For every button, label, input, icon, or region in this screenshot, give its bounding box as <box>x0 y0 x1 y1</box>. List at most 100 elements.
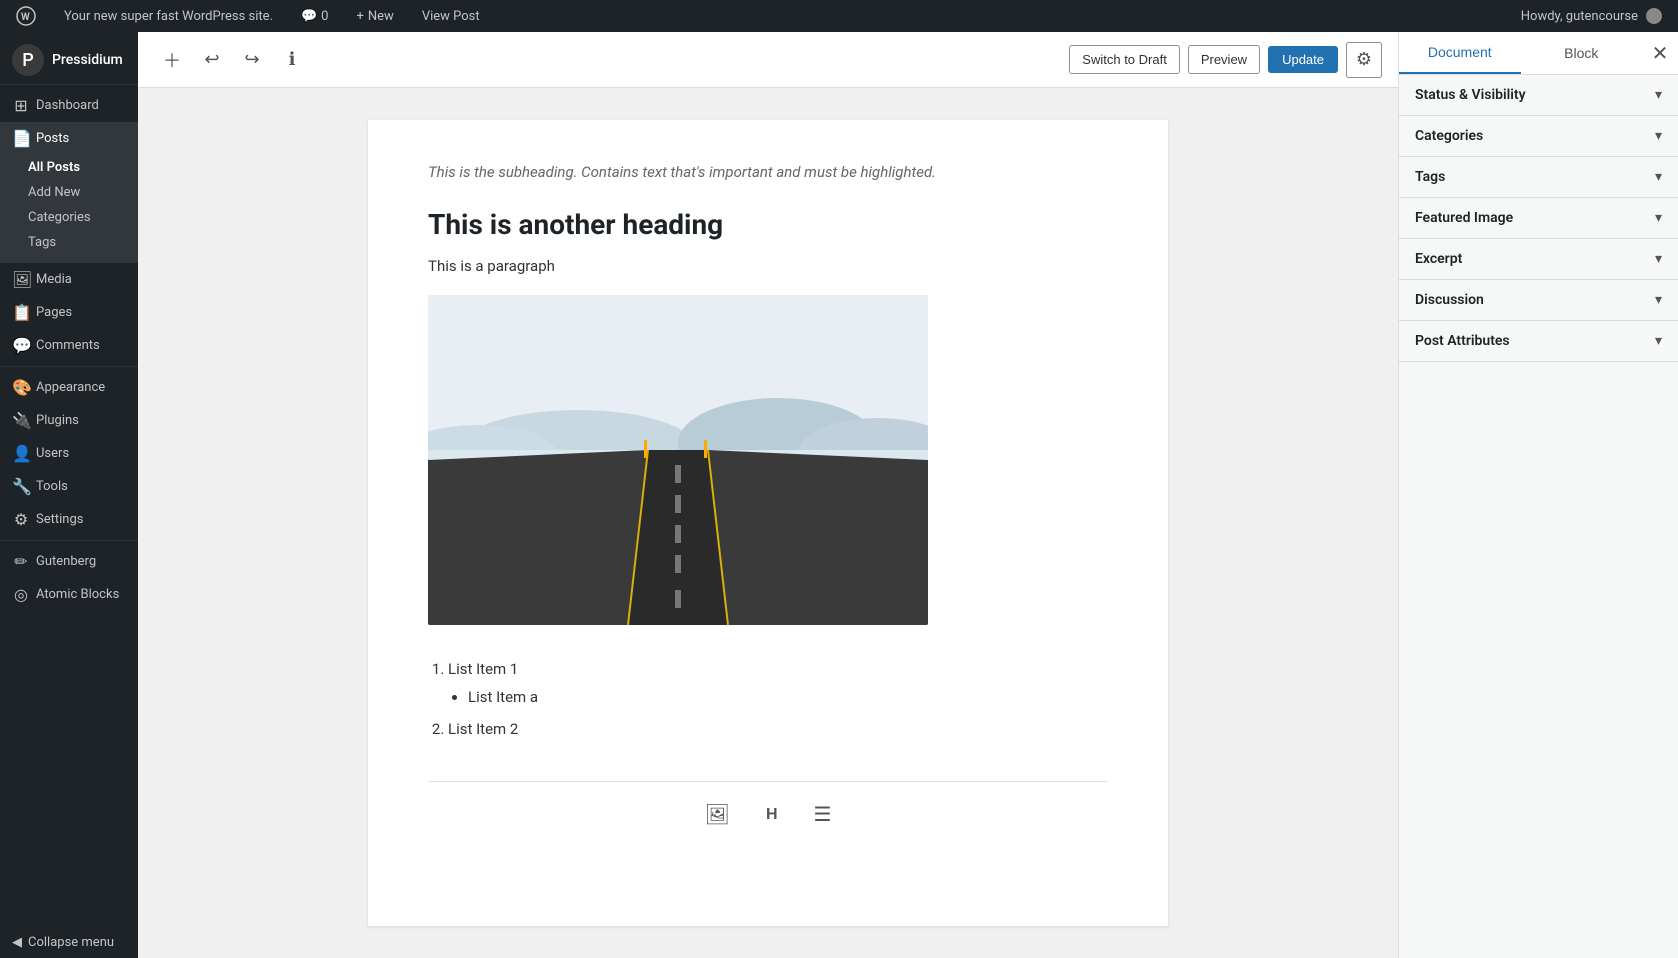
section-discussion-label: Discussion <box>1415 292 1484 308</box>
sidebar-item-label: Gutenberg <box>36 554 96 569</box>
list-item-1[interactable]: List Item 1 List Item a <box>448 657 1108 709</box>
insert-heading-button[interactable]: H <box>754 794 790 835</box>
sidebar-item-plugins[interactable]: 🔌 Plugins <box>0 404 138 437</box>
view-post-button[interactable]: View Post <box>414 0 488 32</box>
sidebar-item-pages[interactable]: 📋 Pages <box>0 296 138 329</box>
sidebar-item-label: Media <box>36 272 72 287</box>
section-tags[interactable]: Tags ▾ <box>1399 157 1678 198</box>
settings-gear-icon: ⚙ <box>1356 49 1372 70</box>
section-discussion[interactable]: Discussion ▾ <box>1399 280 1678 321</box>
list-item-2[interactable]: List Item 2 <box>448 717 1108 741</box>
sidebar-item-label: Pages <box>36 305 72 320</box>
main-layout: P Pressidium ⊞ Dashboard 📄 Posts All Pos… <box>0 32 1678 958</box>
section-status-visibility[interactable]: Status & Visibility ▾ <box>1399 75 1678 116</box>
sidebar-item-settings[interactable]: ⚙ Settings <box>0 503 138 536</box>
sidebar-item-add-new[interactable]: Add New <box>0 180 138 205</box>
panel-close-button[interactable]: ✕ <box>1642 35 1678 71</box>
list-item-2-text: List Item 2 <box>448 720 518 738</box>
content-heading[interactable]: This is another heading <box>428 208 1108 241</box>
sidebar-item-dashboard[interactable]: ⊞ Dashboard <box>0 89 138 122</box>
sidebar-item-atomic-blocks[interactable]: ◎ Atomic Blocks <box>0 578 138 611</box>
sidebar-item-all-posts[interactable]: All Posts <box>0 155 138 180</box>
undo-button[interactable]: ↩ <box>194 42 230 78</box>
close-icon: ✕ <box>1652 41 1669 66</box>
section-categories[interactable]: Categories ▾ <box>1399 116 1678 157</box>
dashboard-icon: ⊞ <box>12 96 30 115</box>
section-excerpt-arrow: ▾ <box>1655 251 1662 267</box>
update-button[interactable]: Update <box>1268 46 1338 73</box>
info-button[interactable]: ℹ <box>274 42 310 78</box>
comments-button[interactable]: 💬 0 <box>293 0 337 32</box>
user-avatar <box>1646 8 1662 24</box>
sidebar-nav: ⊞ Dashboard 📄 Posts All Posts Add New Ca… <box>0 85 138 615</box>
section-excerpt[interactable]: Excerpt ▾ <box>1399 239 1678 280</box>
content-subheading[interactable]: This is the subheading. Contains text th… <box>428 160 1108 184</box>
sidebar-item-label: Tools <box>36 479 68 494</box>
admin-bar: W Your new super fast WordPress site. 💬 … <box>0 0 1678 32</box>
sidebar-item-tags[interactable]: Tags <box>0 230 138 255</box>
sub-list-item-a[interactable]: List Item a <box>468 685 1108 709</box>
section-categories-arrow: ▾ <box>1655 128 1662 144</box>
appearance-icon: 🎨 <box>12 378 30 397</box>
add-block-button[interactable]: ＋ <box>154 42 190 78</box>
section-discussion-arrow: ▾ <box>1655 292 1662 308</box>
sidebar: P Pressidium ⊞ Dashboard 📄 Posts All Pos… <box>0 32 138 958</box>
sidebar-item-label: Comments <box>36 338 100 353</box>
categories-label: Categories <box>28 210 91 225</box>
sidebar-divider-2 <box>0 540 138 541</box>
toolbar-left: ＋ ↩ ↪ ℹ <box>154 42 310 78</box>
brand-icon: P <box>12 44 44 76</box>
content-image[interactable] <box>428 295 928 625</box>
redo-icon: ↪ <box>244 49 259 70</box>
content-list[interactable]: List Item 1 List Item a List Item 2 <box>428 657 1108 741</box>
section-post-attributes-arrow: ▾ <box>1655 333 1662 349</box>
insert-list-button[interactable]: ☰ <box>802 794 844 835</box>
posts-submenu: All Posts Add New Categories Tags <box>0 155 138 263</box>
section-tags-arrow: ▾ <box>1655 169 1662 185</box>
howdy-user[interactable]: Howdy, gutencourse <box>1513 0 1670 32</box>
sidebar-item-gutenberg[interactable]: ✏ Gutenberg <box>0 545 138 578</box>
panel-tabs: Document Block ✕ <box>1399 32 1678 75</box>
tab-block[interactable]: Block <box>1521 32 1643 74</box>
settings-button[interactable]: ⚙ <box>1346 42 1382 78</box>
redo-button[interactable]: ↪ <box>234 42 270 78</box>
pages-icon: 📋 <box>12 303 30 322</box>
tools-icon: 🔧 <box>12 477 30 496</box>
sidebar-item-posts[interactable]: 📄 Posts <box>0 122 138 155</box>
sidebar-item-media[interactable]: 🖼 Media <box>0 263 138 296</box>
sidebar-item-users[interactable]: 👤 Users <box>0 437 138 470</box>
sidebar-item-categories[interactable]: Categories <box>0 205 138 230</box>
all-posts-label: All Posts <box>28 160 80 175</box>
section-post-attributes-label: Post Attributes <box>1415 333 1510 349</box>
tab-document[interactable]: Document <box>1399 32 1521 74</box>
content-paragraph[interactable]: This is a paragraph <box>428 257 1108 275</box>
comments-icon: 💬 <box>12 336 30 355</box>
wp-logo-button[interactable]: W <box>8 0 44 32</box>
collapse-menu-button[interactable]: ◀ Collapse menu <box>0 927 138 958</box>
section-excerpt-label: Excerpt <box>1415 251 1462 267</box>
users-icon: 👤 <box>12 444 30 463</box>
collapse-label: Collapse menu <box>28 935 114 950</box>
new-content-button[interactable]: + New <box>348 0 401 32</box>
section-featured-image[interactable]: Featured Image ▾ <box>1399 198 1678 239</box>
editor-canvas[interactable]: This is the subheading. Contains text th… <box>138 88 1398 958</box>
tags-label: Tags <box>28 235 56 250</box>
sidebar-item-comments[interactable]: 💬 Comments <box>0 329 138 362</box>
switch-draft-button[interactable]: Switch to Draft <box>1069 45 1180 74</box>
list-block-icon: ☰ <box>814 802 832 827</box>
sidebar-item-appearance[interactable]: 🎨 Appearance <box>0 371 138 404</box>
sidebar-item-label: Dashboard <box>36 98 99 113</box>
section-featured-image-arrow: ▾ <box>1655 210 1662 226</box>
right-panel: Document Block ✕ Status & Visibility ▾ C… <box>1398 32 1678 958</box>
preview-button[interactable]: Preview <box>1188 45 1260 74</box>
site-name-button[interactable]: Your new super fast WordPress site. <box>56 0 281 32</box>
sidebar-item-tools[interactable]: 🔧 Tools <box>0 470 138 503</box>
view-post-label: View Post <box>422 9 480 24</box>
section-status-visibility-label: Status & Visibility <box>1415 87 1526 103</box>
sidebar-item-label: Settings <box>36 512 83 527</box>
editor-area: ＋ ↩ ↪ ℹ Switch to Draft Preview Update ⚙ <box>138 32 1398 958</box>
section-post-attributes[interactable]: Post Attributes ▾ <box>1399 321 1678 362</box>
sidebar-brand[interactable]: P Pressidium <box>0 32 138 85</box>
insert-image-button[interactable]: 🖼 <box>693 794 742 835</box>
plus-icon: + <box>356 9 363 24</box>
